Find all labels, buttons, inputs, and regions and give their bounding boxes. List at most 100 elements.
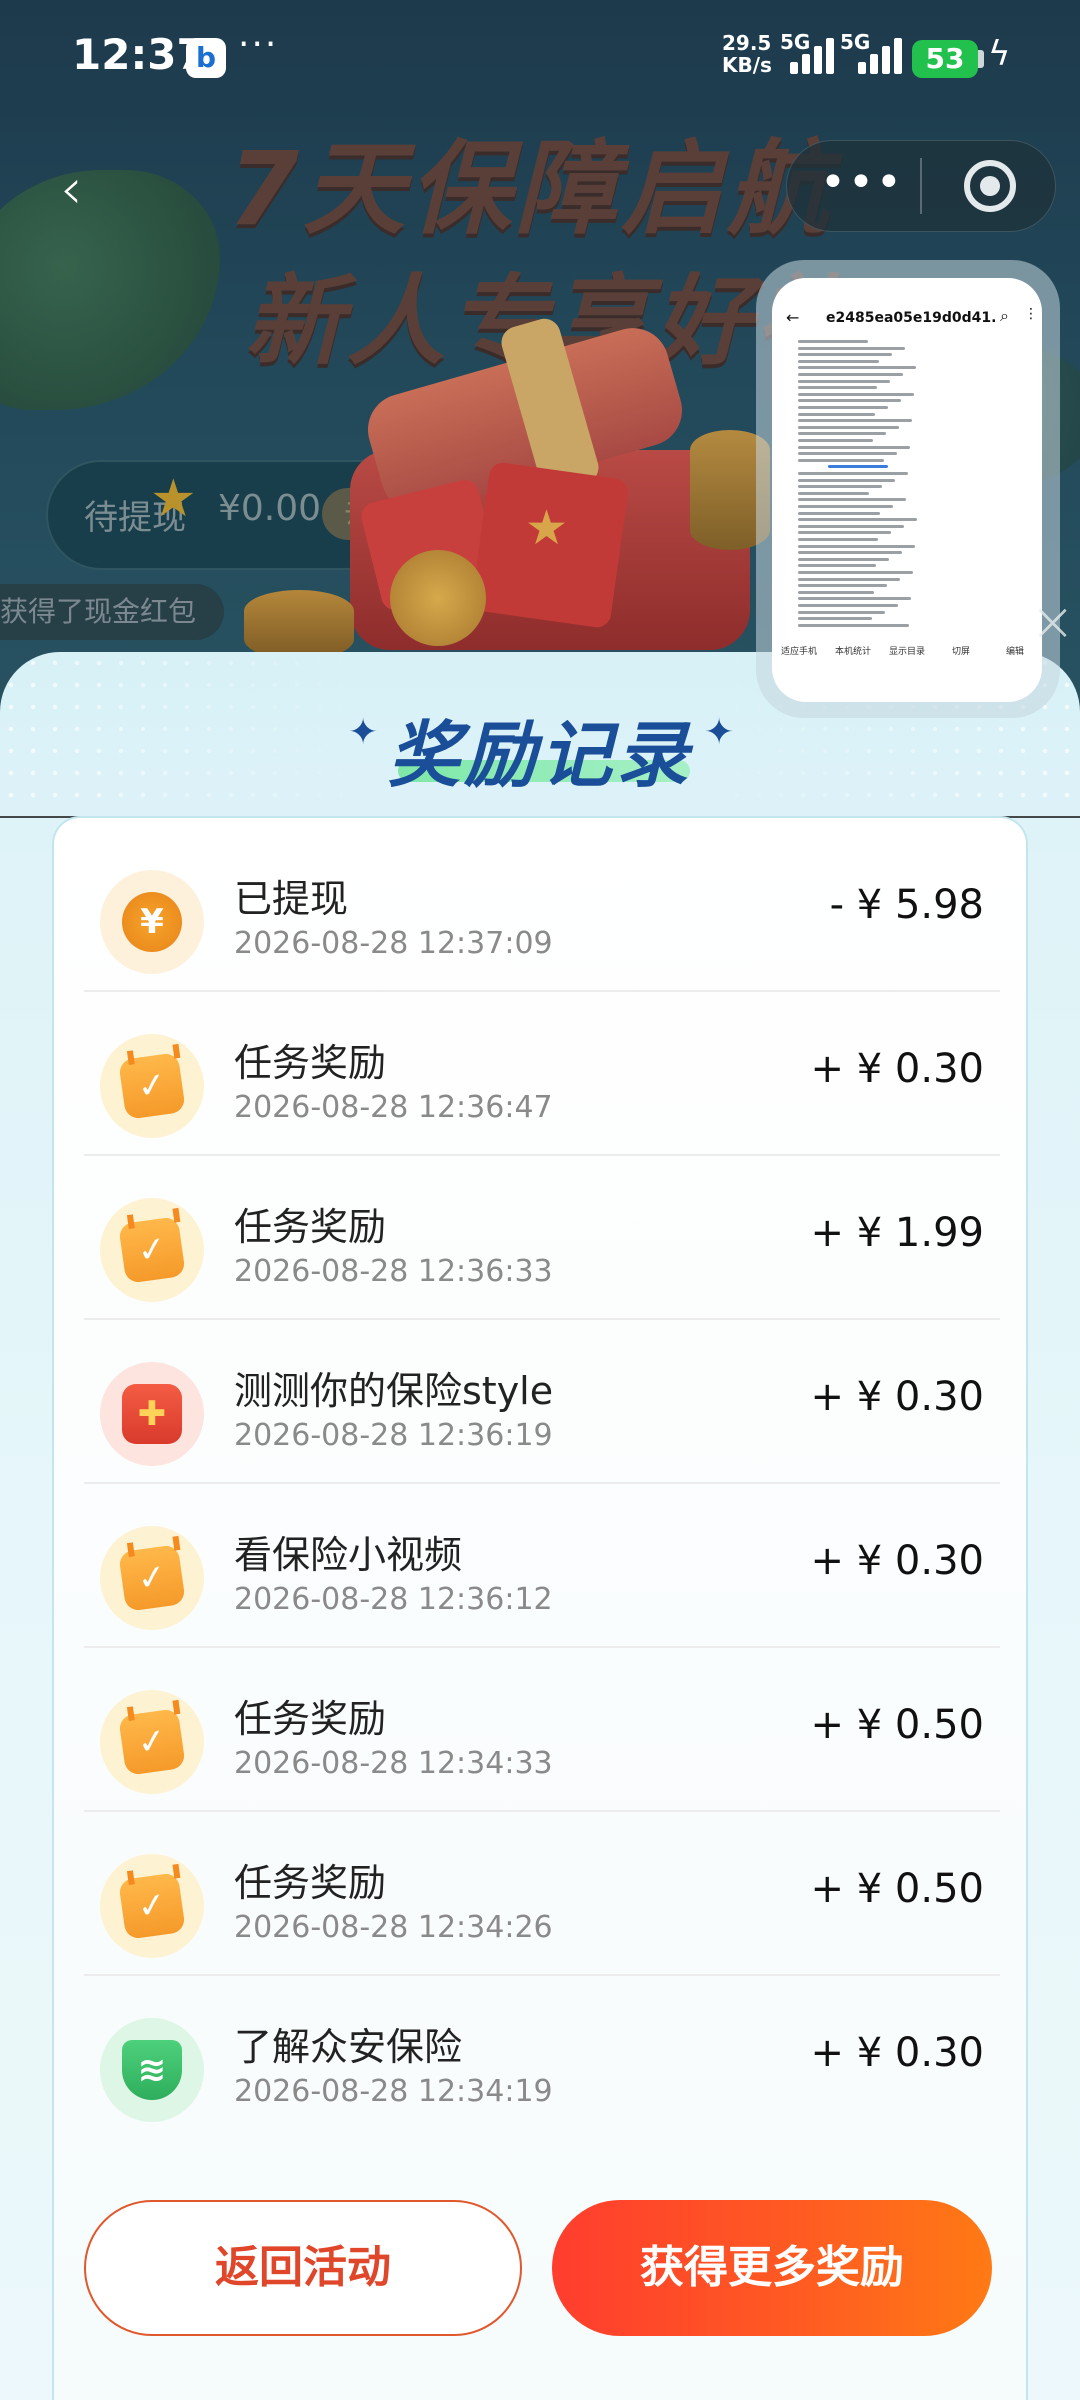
log-line [798, 406, 888, 409]
log-line [798, 491, 869, 495]
record-name: 任务奖励 [234, 1041, 387, 1085]
return-to-activity-button[interactable]: 返回活动 [84, 2200, 522, 2336]
log-line [798, 590, 874, 594]
log-line [798, 564, 876, 568]
reward-record-row: ¥ 已提现 2026-08-28 12:37:09 - ¥ 5.98 [84, 828, 1000, 992]
record-time: 2026-08-28 12:37:09 [234, 926, 553, 961]
record-amount: + ¥ 0.30 [810, 1046, 984, 1092]
battery-cap [978, 50, 984, 68]
yuan-coin-icon: ¥ [100, 870, 204, 974]
log-line [798, 458, 884, 462]
status-bar: 12:37 b ··· 29.5 KB/s 5G 5G 53 ϟ [0, 0, 1080, 110]
record-time: 2026-08-28 12:34:33 [234, 1746, 553, 1781]
log-line [798, 445, 910, 449]
star-icon: ★ [150, 469, 197, 529]
signal-strength-icon [858, 38, 902, 74]
log-line [798, 439, 873, 442]
log-line [798, 425, 899, 429]
record-time: 2026-08-28 12:36:12 [234, 1582, 553, 1617]
record-name: 测测你的保险style [234, 1369, 554, 1413]
reward-record-row: ✚ 测测你的保险style 2026-08-28 12:36:19 + ¥ 0.30 [84, 1320, 1000, 1484]
log-line [798, 538, 878, 541]
log-line [798, 518, 917, 522]
log-line [798, 366, 916, 370]
log-line [828, 465, 888, 469]
reward-records-card: ¥ 已提现 2026-08-28 12:37:09 - ¥ 5.98 ✓ 任务奖励 2026… [52, 816, 1028, 2400]
record-amount: + ¥ 0.30 [810, 2030, 984, 2076]
floating-tab: 切屏 [951, 647, 970, 657]
log-line [798, 359, 879, 363]
log-line [798, 399, 901, 403]
charging-bolt-icon: ϟ [988, 34, 1011, 74]
record-name: 任务奖励 [234, 1205, 387, 1249]
app-notification-icon: b [186, 38, 226, 78]
coin-stack-illustration [244, 590, 354, 660]
log-line [798, 340, 868, 343]
back-arrow-icon[interactable]: ‹ [60, 160, 120, 220]
record-amount: + ¥ 0.50 [810, 1702, 984, 1748]
log-line [798, 373, 903, 376]
reward-record-list[interactable]: ¥ 已提现 2026-08-28 12:37:09 - ¥ 5.98 ✓ 任务奖励 2026… [84, 828, 1000, 2140]
close-target-icon[interactable] [964, 160, 1016, 212]
record-time: 2026-08-28 12:36:33 [234, 1254, 553, 1289]
log-line [798, 571, 913, 574]
gift-box-icon: ✚ [100, 1362, 204, 1466]
get-more-rewards-button[interactable]: 获得更多奖励 [552, 2200, 992, 2336]
record-name: 任务奖励 [234, 1861, 387, 1905]
calendar-check-icon: ✓ [100, 1526, 204, 1630]
calendar-check-icon: ✓ [100, 1198, 204, 1302]
status-more-icon: ··· [238, 24, 279, 65]
log-line [798, 478, 895, 482]
log-line [798, 346, 905, 350]
cash-toast: 获得了现金红包 [0, 584, 224, 640]
record-amount: + ¥ 0.30 [810, 1538, 984, 1584]
reward-record-row: ✓ 任务奖励 2026-08-28 12:34:26 + ¥ 0.50 [84, 1812, 1000, 1976]
floating-window-title: e2485ea05e19d0d41... [826, 310, 996, 326]
floating-close-icon[interactable]: × [1030, 590, 1075, 653]
log-line [798, 617, 872, 621]
record-name: 看保险小视频 [234, 1533, 463, 1577]
log-line [798, 544, 915, 548]
calendar-check-icon: ✓ [100, 1034, 204, 1138]
log-line [798, 597, 911, 601]
reward-record-row: ✓ 任务奖励 2026-08-28 12:36:47 + ¥ 0.30 [84, 992, 1000, 1156]
floating-tab: 显示目录 [888, 647, 925, 657]
log-line [798, 531, 891, 535]
reward-record-row: ✓ 任务奖励 2026-08-28 12:36:33 + ¥ 1.99 [84, 1156, 1000, 1320]
reward-record-row: ≋ 了解众安保险 2026-08-28 12:34:19 + ¥ 0.30 [84, 1976, 1000, 2140]
log-line [798, 557, 889, 561]
log-line [798, 412, 875, 416]
floating-tab: 本机统计 [834, 647, 871, 657]
more-options-icon[interactable]: ••• [820, 150, 902, 220]
log-line [798, 485, 882, 489]
log-line [798, 472, 908, 475]
record-time: 2026-08-28 12:36:19 [234, 1418, 553, 1453]
sparkle-icon: ✦ [704, 712, 735, 753]
log-line [798, 623, 909, 627]
signal-strength-icon [790, 38, 834, 74]
network-speed-unit: KB/s [722, 53, 772, 77]
log-line [798, 419, 912, 423]
floating-window-thumbnail[interactable]: ← e2485ea05e19d0d41... ⌕ ⋮ 适应手机 本机统计 显示目录 切… [772, 278, 1042, 702]
log-line [798, 353, 892, 357]
floating-tab: 适应手机 [780, 647, 817, 657]
log-line [798, 604, 898, 607]
record-amount: + ¥ 0.30 [810, 1374, 984, 1420]
battery-icon: 53 [912, 40, 978, 78]
log-line [798, 432, 886, 436]
record-time: 2026-08-28 12:34:19 [234, 2074, 553, 2109]
capsule-divider [920, 158, 922, 214]
log-line [798, 386, 877, 390]
reward-record-row: ✓ 任务奖励 2026-08-28 12:34:33 + ¥ 0.50 [84, 1648, 1000, 1812]
record-amount: + ¥ 1.99 [810, 1210, 984, 1256]
record-amount: + ¥ 0.50 [810, 1866, 984, 1912]
reward-record-row: ✓ 看保险小视频 2026-08-28 12:36:12 + ¥ 0.30 [84, 1484, 1000, 1648]
record-name: 任务奖励 [234, 1697, 387, 1741]
log-line [798, 511, 880, 515]
log-line [798, 498, 906, 502]
shield-icon: ≋ [100, 2018, 204, 2122]
log-line [798, 379, 890, 383]
log-line [798, 610, 885, 614]
record-amount: - ¥ 5.98 [829, 882, 984, 928]
log-line [798, 392, 914, 396]
